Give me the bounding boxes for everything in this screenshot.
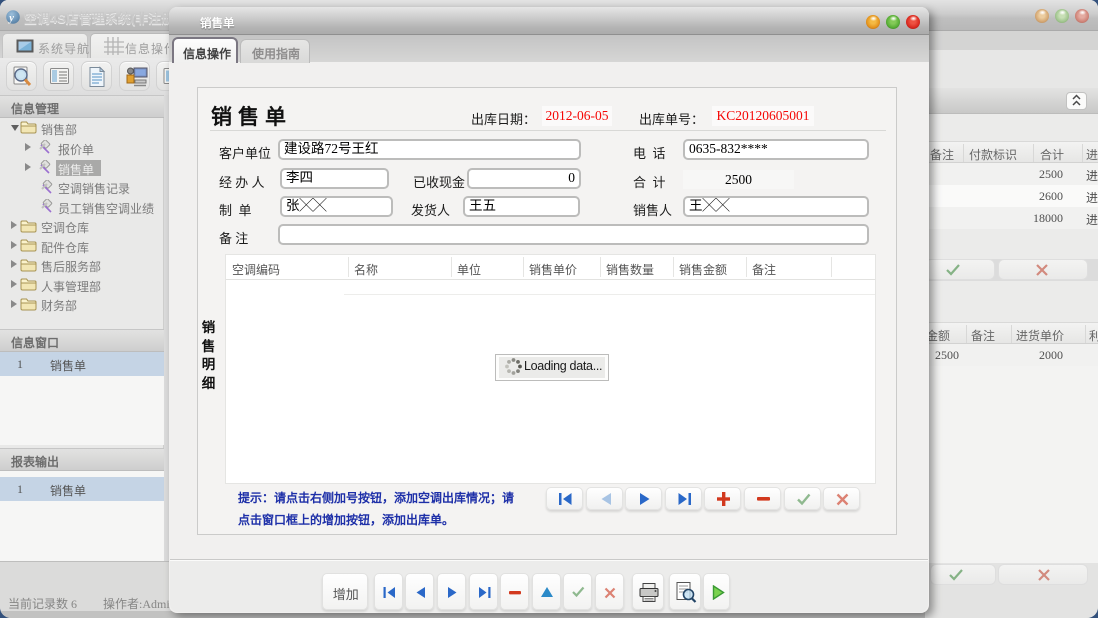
svg-text:y: y <box>7 13 14 24</box>
